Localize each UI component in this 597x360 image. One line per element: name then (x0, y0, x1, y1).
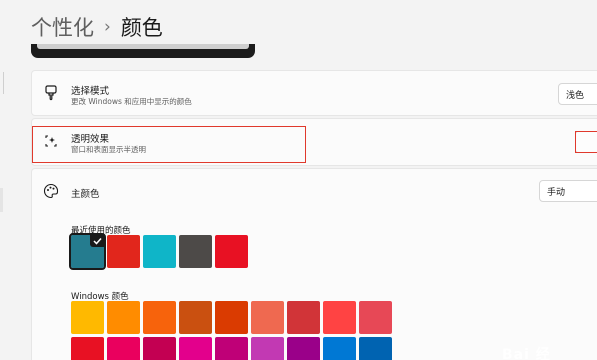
transparency-description: 窗口和表面显示半透明 (71, 145, 146, 154)
transparency-row[interactable]: 透明效果 窗口和表面显示半透明 (31, 118, 597, 166)
choose-mode-description: 更改 Windows 和应用中显示的颜色 (71, 97, 192, 106)
palette-icon (43, 183, 59, 199)
color-swatch[interactable] (287, 301, 320, 334)
choose-mode-row[interactable]: 选择模式 更改 Windows 和应用中显示的颜色 浅色 (31, 70, 597, 116)
accent-color-title: 主颜色 (71, 189, 100, 200)
color-swatch[interactable] (323, 301, 356, 334)
color-swatch[interactable] (69, 233, 106, 270)
accent-mode-dropdown[interactable]: 手动 (539, 180, 597, 202)
breadcrumb-separator: › (104, 17, 111, 37)
color-swatch[interactable] (71, 337, 104, 360)
transparency-toggle[interactable] (575, 131, 597, 153)
sidebar-selected-edge (0, 188, 3, 212)
color-swatch[interactable] (179, 301, 212, 334)
color-swatch[interactable] (143, 301, 176, 334)
color-swatch[interactable] (359, 301, 392, 334)
color-swatch[interactable] (107, 337, 140, 360)
page-title: 颜色 (120, 16, 163, 40)
color-swatch[interactable] (71, 301, 104, 334)
windows-colors-grid (71, 301, 401, 360)
sidebar-edge (0, 72, 4, 94)
color-swatch[interactable] (323, 337, 356, 360)
sparkle-icon (43, 133, 59, 149)
color-swatch[interactable] (215, 235, 248, 268)
color-swatch[interactable] (215, 301, 248, 334)
choose-mode-title: 选择模式 (71, 86, 110, 97)
color-swatch[interactable] (179, 235, 212, 268)
breadcrumb: 个性化 › 颜色 (31, 10, 163, 44)
recent-colors-grid (69, 233, 401, 270)
checkmark-icon (90, 235, 104, 247)
mode-dropdown[interactable]: 浅色 (558, 83, 597, 105)
accent-mode-value: 手动 (547, 187, 566, 198)
theme-preview (31, 44, 255, 58)
color-swatch[interactable] (143, 235, 176, 268)
mode-dropdown-value: 浅色 (566, 90, 585, 101)
color-swatch[interactable] (287, 337, 320, 360)
color-swatch[interactable] (179, 337, 212, 360)
color-swatch[interactable] (215, 337, 248, 360)
transparency-title: 透明效果 (71, 134, 110, 145)
brush-icon (43, 85, 59, 101)
color-swatch[interactable] (251, 337, 284, 360)
color-swatch[interactable] (107, 235, 140, 268)
color-swatch[interactable] (107, 301, 140, 334)
watermark-logo: Bai 经 (502, 347, 551, 360)
color-swatch[interactable] (143, 337, 176, 360)
color-swatch[interactable] (359, 337, 392, 360)
color-swatch[interactable] (251, 301, 284, 334)
theme-preview-screen (37, 44, 249, 49)
breadcrumb-personalization[interactable]: 个性化 (31, 12, 94, 42)
accent-color-section: 主颜色 手动 最近使用的颜色 Windows 颜色 (31, 168, 597, 360)
